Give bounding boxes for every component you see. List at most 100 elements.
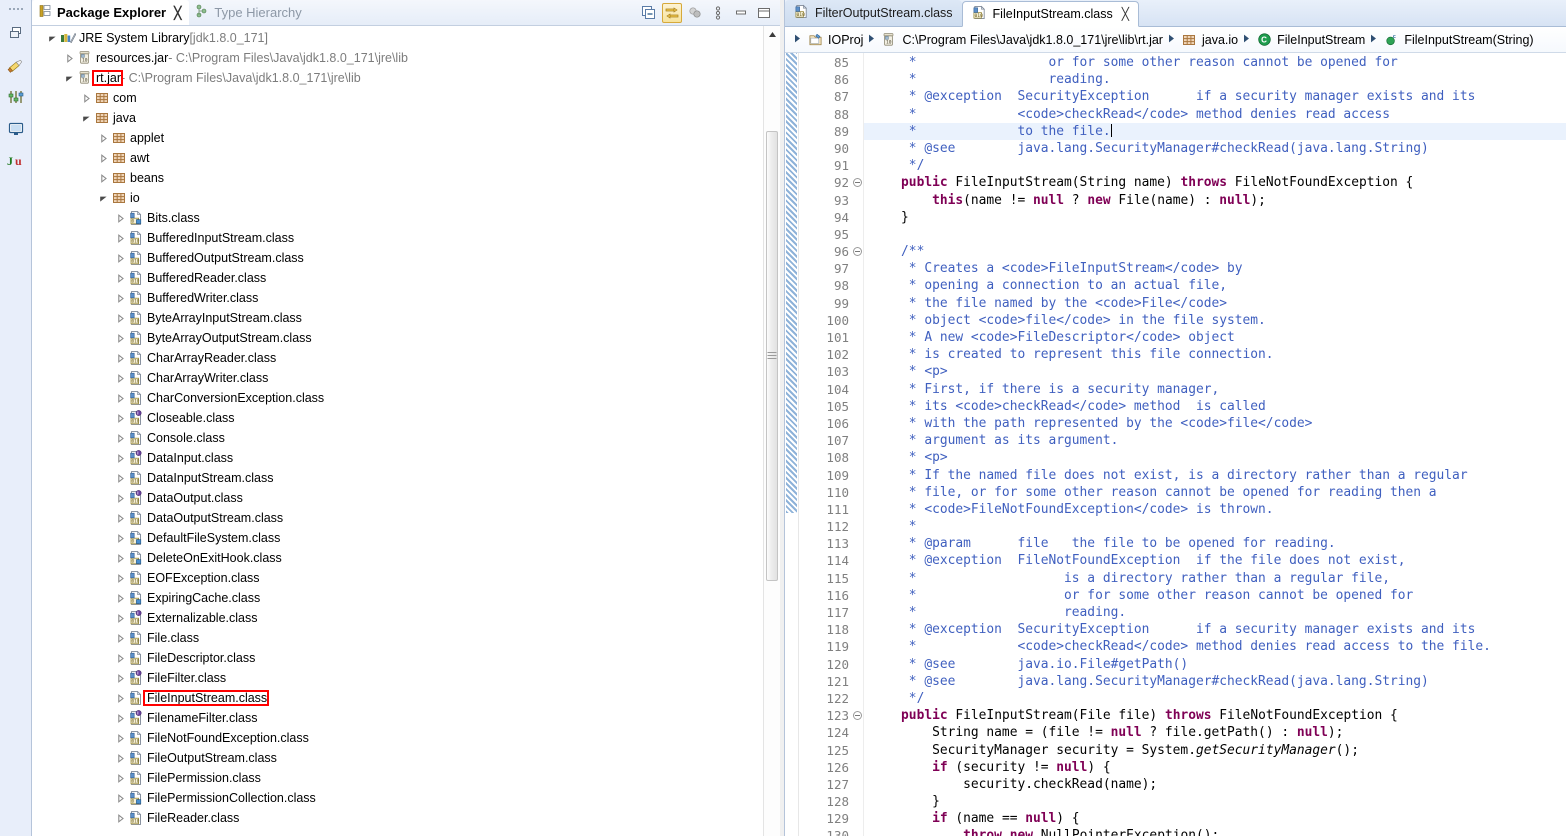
tree-item[interactable]: 010 FileInputStream.class bbox=[32, 688, 762, 708]
code-line[interactable]: * @see java.lang.SecurityManager#checkRe… bbox=[864, 673, 1566, 690]
tree-item[interactable]: 010 DataInputStream.class bbox=[32, 468, 762, 488]
code-line[interactable]: * @exception SecurityException if a secu… bbox=[864, 621, 1566, 638]
code-line[interactable]: /** bbox=[864, 243, 1566, 260]
chevron-right-icon[interactable] bbox=[114, 313, 127, 323]
code-line[interactable]: if (name == null) { bbox=[864, 810, 1566, 827]
tree-item[interactable]: 10 resources.jar - C:\Program Files\Java… bbox=[32, 48, 762, 68]
code-line[interactable]: * file, or for some other reason cannot … bbox=[864, 484, 1566, 501]
collapse-all-button[interactable] bbox=[639, 3, 659, 23]
chevron-right-icon[interactable] bbox=[114, 493, 127, 503]
code-line[interactable]: * argument as its argument. bbox=[864, 432, 1566, 449]
chevron-right-icon[interactable] bbox=[114, 253, 127, 263]
chevron-right-icon[interactable] bbox=[114, 733, 127, 743]
tab-package-explorer[interactable]: Package Explorer ╳ bbox=[32, 0, 190, 25]
tree-item[interactable]: 010 DataOutputStream.class bbox=[32, 508, 762, 528]
chevron-right-icon[interactable] bbox=[97, 153, 110, 163]
chevron-right-icon[interactable] bbox=[114, 393, 127, 403]
code-line[interactable]: * @see java.lang.SecurityManager#checkRe… bbox=[864, 140, 1566, 157]
breadcrumb-item[interactable]: 10 C:\Program Files\Java\jdk1.8.0_171\jr… bbox=[880, 32, 1163, 48]
tree-item[interactable]: 010 File.class bbox=[32, 628, 762, 648]
perspective-bar-grip[interactable] bbox=[6, 4, 26, 14]
scrollbar-thumb[interactable] bbox=[766, 131, 778, 581]
code-line[interactable]: throw new NullPointerException(); bbox=[864, 827, 1566, 836]
code-line[interactable]: * or for some other reason cannot be ope… bbox=[864, 54, 1566, 71]
chevron-right-icon[interactable] bbox=[114, 473, 127, 483]
minimize-button[interactable] bbox=[731, 3, 751, 23]
chevron-right-icon[interactable] bbox=[63, 53, 76, 63]
chevron-right-icon[interactable] bbox=[114, 573, 127, 583]
code-line[interactable]: public FileInputStream(File file) throws… bbox=[864, 707, 1566, 724]
tree-item[interactable]: io bbox=[32, 188, 762, 208]
close-icon[interactable]: ╳ bbox=[174, 6, 181, 20]
chevron-down-icon[interactable] bbox=[63, 74, 76, 83]
tree-item[interactable]: 0 0 DeleteOnExitHook.class bbox=[32, 548, 762, 568]
chevron-right-icon[interactable] bbox=[114, 533, 127, 543]
tree-item[interactable]: JRE System Library [jdk1.8.0_171] bbox=[32, 28, 762, 48]
scroll-up-arrow-icon[interactable] bbox=[764, 26, 780, 43]
code-line[interactable]: * @see java.io.File#getPath() bbox=[864, 656, 1566, 673]
code-line[interactable]: this(name != null ? new File(name) : nul… bbox=[864, 192, 1566, 209]
tree-item[interactable]: java bbox=[32, 108, 762, 128]
tree-item[interactable]: 010 CharArrayReader.class bbox=[32, 348, 762, 368]
code-line[interactable]: SecurityManager security = System.getSec… bbox=[864, 742, 1566, 759]
code-line[interactable]: * A new <code>FileDescriptor</code> obje… bbox=[864, 329, 1566, 346]
tree-item[interactable]: 010 BufferedInputStream.class bbox=[32, 228, 762, 248]
fold-collapse-icon[interactable] bbox=[853, 247, 862, 257]
code-line[interactable]: * bbox=[864, 518, 1566, 535]
tree-item[interactable]: 010 CharArrayWriter.class bbox=[32, 368, 762, 388]
code-line[interactable]: } bbox=[864, 209, 1566, 226]
editor-tab-filteroutputstream[interactable]: 010 FilterOutputStream.class bbox=[785, 0, 962, 26]
code-line[interactable]: * or for some other reason cannot be ope… bbox=[864, 587, 1566, 604]
debug-perspective-icon[interactable] bbox=[3, 82, 29, 112]
tree-item[interactable]: 010 EOFException.class bbox=[32, 568, 762, 588]
chevron-right-icon[interactable] bbox=[114, 593, 127, 603]
code-line[interactable]: security.checkRead(name); bbox=[864, 776, 1566, 793]
tree-item[interactable]: 010 I DataOutput.class bbox=[32, 488, 762, 508]
code-line[interactable]: * Creates a <code>FileInputStream</code>… bbox=[864, 260, 1566, 277]
restore-icon[interactable] bbox=[3, 18, 29, 48]
tree-item[interactable]: 010 FileOutputStream.class bbox=[32, 748, 762, 768]
code-line[interactable]: * reading. bbox=[864, 71, 1566, 88]
code-line[interactable]: * <code>FileNotFoundException</code> is … bbox=[864, 501, 1566, 518]
chevron-right-icon[interactable] bbox=[114, 273, 127, 283]
tree-item[interactable]: 010 BufferedOutputStream.class bbox=[32, 248, 762, 268]
tree-item[interactable]: awt bbox=[32, 148, 762, 168]
tree-item[interactable]: 0 0 ExpiringCache.class bbox=[32, 588, 762, 608]
tree-item[interactable]: 010 I Externalizable.class bbox=[32, 608, 762, 628]
chevron-right-icon[interactable] bbox=[114, 373, 127, 383]
chevron-right-icon[interactable] bbox=[114, 213, 127, 223]
breadcrumb[interactable]: IOProj 10 C:\Program Files\Java\jdk1.8.0… bbox=[785, 27, 1566, 53]
chevron-right-icon[interactable] bbox=[114, 653, 127, 663]
tree-item[interactable]: beans bbox=[32, 168, 762, 188]
annotation-ruler[interactable] bbox=[785, 53, 799, 836]
tree-item[interactable]: 0 0 Bits.class bbox=[32, 208, 762, 228]
tree-item[interactable]: 0 0 FilePermissionCollection.class bbox=[32, 788, 762, 808]
chevron-right-icon[interactable] bbox=[114, 553, 127, 563]
breadcrumb-item[interactable]: java.io bbox=[1180, 32, 1238, 48]
link-with-editor-button[interactable] bbox=[662, 2, 682, 23]
tree-item[interactable]: 010 I DataInput.class bbox=[32, 448, 762, 468]
code-line[interactable]: * @exception FileNotFoundException if th… bbox=[864, 552, 1566, 569]
chevron-down-icon[interactable] bbox=[80, 114, 93, 123]
breadcrumb-item[interactable]: C FileInputStream bbox=[1255, 32, 1365, 47]
view-menu-button[interactable] bbox=[708, 3, 728, 23]
code-line[interactable]: * its <code>checkRead</code> method is c… bbox=[864, 398, 1566, 415]
tree-item[interactable]: 010 I FileFilter.class bbox=[32, 668, 762, 688]
chevron-right-icon[interactable] bbox=[114, 813, 127, 823]
chevron-right-icon[interactable] bbox=[97, 133, 110, 143]
chevron-right-icon[interactable] bbox=[114, 693, 127, 703]
code-line[interactable]: * opening a connection to an actual file… bbox=[864, 277, 1566, 294]
package-explorer-tree[interactable]: JRE System Library [jdk1.8.0_171] 10 res… bbox=[32, 26, 762, 836]
console-icon[interactable] bbox=[3, 114, 29, 144]
tree-item[interactable]: com bbox=[32, 88, 762, 108]
code-line[interactable]: * First, if there is a security manager, bbox=[864, 381, 1566, 398]
breadcrumb-item[interactable]: c FileInputStream(String) bbox=[1382, 32, 1534, 47]
chevron-right-icon[interactable] bbox=[97, 173, 110, 183]
tree-item[interactable]: 010 I FilenameFilter.class bbox=[32, 708, 762, 728]
chevron-right-icon[interactable] bbox=[114, 773, 127, 783]
chevron-right-icon[interactable] bbox=[114, 413, 127, 423]
chevron-right-icon[interactable] bbox=[114, 793, 127, 803]
close-icon[interactable]: ╳ bbox=[1122, 7, 1129, 21]
code-line[interactable]: * reading. bbox=[864, 604, 1566, 621]
chevron-right-icon[interactable] bbox=[114, 353, 127, 363]
